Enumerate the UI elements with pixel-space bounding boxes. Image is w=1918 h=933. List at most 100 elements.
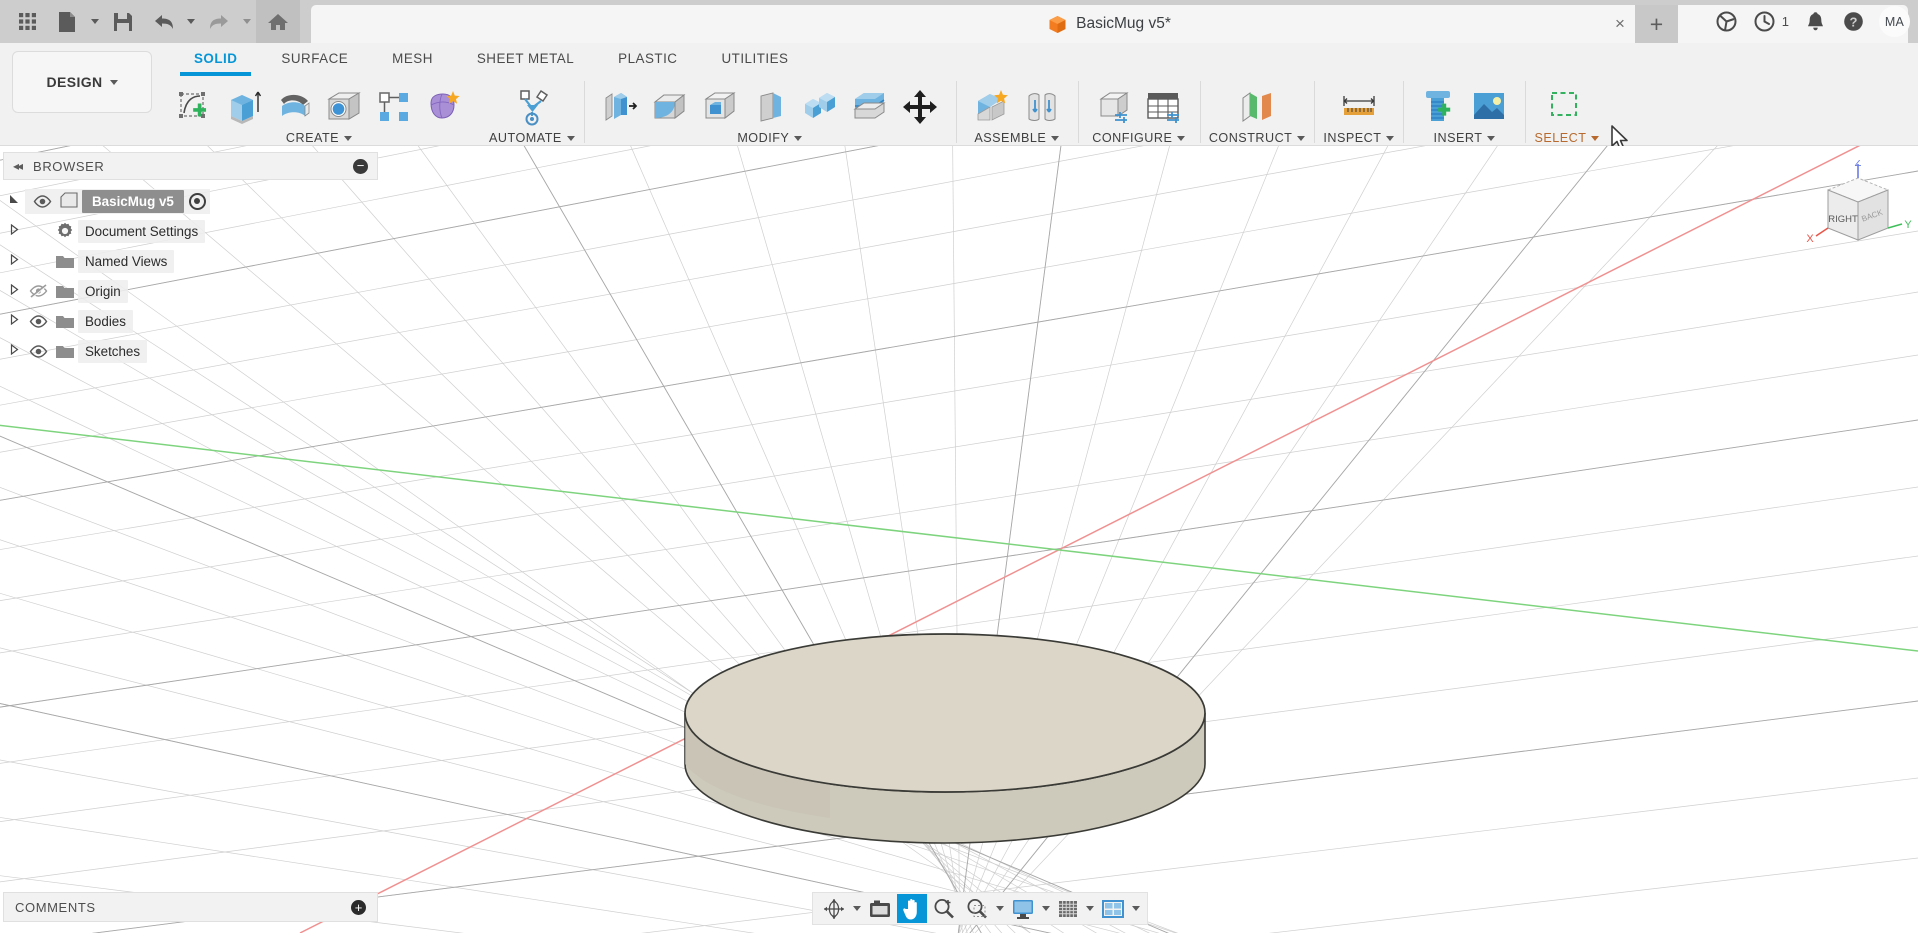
split-face-icon[interactable] <box>849 85 891 129</box>
configuration-table-icon[interactable] <box>1143 85 1185 129</box>
tab-solid[interactable]: SOLID <box>172 46 259 72</box>
draft-icon[interactable] <box>749 85 791 129</box>
notifications-bell-icon[interactable] <box>1803 10 1827 34</box>
fillet-icon[interactable] <box>649 85 691 129</box>
undo-dropdown-caret-icon[interactable] <box>184 3 198 41</box>
view-cube[interactable]: RIGHT BACK Z Y X <box>1800 160 1918 265</box>
zoom-icon[interactable] <box>928 894 960 923</box>
browser-item-sketches[interactable]: Sketches <box>3 336 378 366</box>
help-icon[interactable]: ? <box>1841 10 1865 34</box>
orbit-caret-icon[interactable] <box>851 906 863 911</box>
viewports-caret-icon[interactable] <box>1130 906 1142 911</box>
select-group-label[interactable]: SELECT <box>1534 131 1599 145</box>
expand-arrow-icon[interactable] <box>3 284 25 298</box>
insert-group-label[interactable]: INSERT <box>1433 131 1495 145</box>
redo-icon[interactable] <box>200 3 238 41</box>
bodies-visibility-eye-icon[interactable] <box>25 315 52 328</box>
expand-arrow-icon[interactable] <box>3 314 25 328</box>
home-icon[interactable] <box>256 0 300 43</box>
pan-hand-icon[interactable] <box>897 894 927 923</box>
root-visibility-eye-icon[interactable] <box>29 195 56 208</box>
browser-root-row[interactable]: BasicMug v5 <box>3 186 378 216</box>
new-component-icon[interactable] <box>971 85 1013 129</box>
measure-icon[interactable] <box>1338 85 1380 129</box>
ribbon-group-construct: CONSTRUCT <box>1200 77 1315 145</box>
move-copy-icon[interactable] <box>899 85 941 129</box>
workspace-selector[interactable]: DESIGN <box>12 51 152 113</box>
cylinder-body[interactable] <box>685 634 1205 843</box>
modify-group-label[interactable]: MODIFY <box>737 131 802 145</box>
display-settings-caret-icon[interactable] <box>1040 906 1052 911</box>
shell-icon[interactable] <box>699 85 741 129</box>
tab-sheet-metal[interactable]: SHEET METAL <box>455 46 596 72</box>
browser-item-origin[interactable]: Origin <box>3 276 378 306</box>
viewports-icon[interactable] <box>1097 894 1129 923</box>
press-pull-icon[interactable] <box>599 85 641 129</box>
redo-dropdown-caret-icon[interactable] <box>240 3 254 41</box>
tab-plastic[interactable]: PLASTIC <box>596 46 699 72</box>
browser-panel-header: ◂◂ BROWSER − <box>3 152 378 180</box>
browser-item-bodies[interactable]: Bodies <box>3 306 378 336</box>
browser-item-document-settings[interactable]: Document Settings <box>3 216 378 246</box>
job-status-icon[interactable] <box>1753 10 1777 34</box>
display-settings-icon[interactable] <box>1007 894 1039 923</box>
select-window-icon[interactable] <box>1546 85 1588 129</box>
grid-snaps-icon[interactable] <box>1053 894 1083 923</box>
joint-icon[interactable] <box>1021 85 1063 129</box>
browser-item-named-views[interactable]: Named Views <box>3 246 378 276</box>
comments-title: COMMENTS <box>15 900 351 915</box>
tab-mesh[interactable]: MESH <box>370 46 455 72</box>
form-icon[interactable] <box>423 85 465 129</box>
configure-group-label[interactable]: CONFIGURE <box>1092 131 1185 145</box>
browser-minimize-icon[interactable]: − <box>353 159 368 174</box>
revolve-icon[interactable] <box>273 85 315 129</box>
add-comment-icon[interactable]: + <box>351 900 366 915</box>
browser-title: BROWSER <box>33 159 353 174</box>
axis-z-label: Z <box>1855 160 1862 169</box>
rectangular-pattern-icon[interactable] <box>373 85 415 129</box>
create-sketch-icon[interactable] <box>173 85 215 129</box>
zoom-window-icon[interactable] <box>961 894 993 923</box>
orbit-icon[interactable] <box>818 894 850 923</box>
pan-look-at-icon[interactable] <box>864 894 896 923</box>
document-tab[interactable]: BasicMug v5* × + <box>311 5 1908 43</box>
file-dropdown-caret-icon[interactable] <box>88 3 102 41</box>
extrude-icon[interactable] <box>223 85 265 129</box>
configuration-icon[interactable] <box>1093 85 1135 129</box>
browser-item-label: Bodies <box>78 310 133 333</box>
tab-surface[interactable]: SURFACE <box>259 46 370 72</box>
save-icon[interactable] <box>104 3 142 41</box>
create-group-label[interactable]: CREATE <box>286 131 352 145</box>
root-activate-radio[interactable] <box>189 193 206 210</box>
avatar[interactable]: MA <box>1879 6 1910 37</box>
combine-icon[interactable] <box>799 85 841 129</box>
construct-group-label[interactable]: CONSTRUCT <box>1209 131 1306 145</box>
app-grid-icon[interactable] <box>8 3 46 41</box>
extensions-icon[interactable] <box>1715 10 1739 34</box>
tab-utilities[interactable]: UTILITIES <box>699 46 810 72</box>
close-document-icon[interactable]: × <box>1610 14 1630 34</box>
title-bar: BasicMug v5* × + 1 <box>0 0 1918 43</box>
grid-snaps-caret-icon[interactable] <box>1084 906 1096 911</box>
expand-arrow-icon[interactable] <box>3 254 25 268</box>
expand-arrow-icon[interactable] <box>3 224 25 238</box>
expand-arrow-icon[interactable] <box>3 344 25 358</box>
automate-group-label[interactable]: AUTOMATE <box>489 131 575 145</box>
inspect-group-label[interactable]: INSPECT <box>1323 131 1394 145</box>
insert-decal-icon[interactable] <box>1468 85 1510 129</box>
automate-icon[interactable] <box>511 85 553 129</box>
assemble-group-label[interactable]: ASSEMBLE <box>974 131 1059 145</box>
sketches-visibility-eye-icon[interactable] <box>25 345 52 358</box>
document-title: BasicMug v5* <box>1076 15 1171 33</box>
browser-collapse-icon[interactable]: ◂◂ <box>13 159 21 173</box>
new-document-icon[interactable]: + <box>1635 5 1678 43</box>
fusion-cube-icon <box>1048 15 1067 34</box>
origin-visibility-eye-hidden-icon[interactable] <box>25 284 52 298</box>
zoom-window-caret-icon[interactable] <box>994 906 1006 911</box>
construct-plane-icon[interactable] <box>1236 85 1278 129</box>
hole-icon[interactable] <box>323 85 365 129</box>
file-icon[interactable] <box>48 3 86 41</box>
undo-icon[interactable] <box>144 3 182 41</box>
insert-mcmaster-icon[interactable] <box>1418 85 1460 129</box>
root-expand-arrow-icon[interactable] <box>3 194 25 208</box>
